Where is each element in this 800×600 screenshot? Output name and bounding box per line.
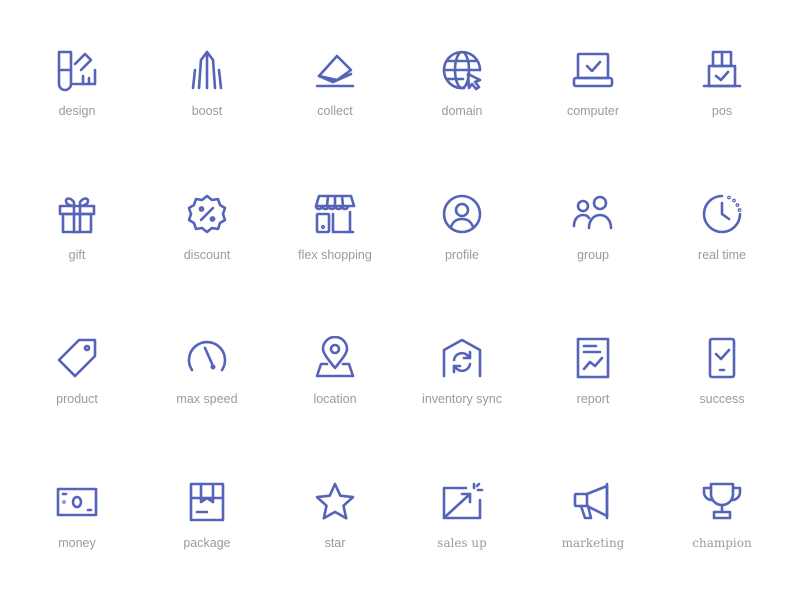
domain-icon (442, 50, 482, 91)
icon-tile-flex-shopping: flex shopping (270, 192, 400, 302)
flex-shopping-icon (314, 194, 356, 234)
icon-label: gift (68, 248, 86, 262)
icon-label: real time (698, 248, 746, 262)
icon-tile-report: report (528, 336, 658, 446)
success-icon (708, 337, 736, 379)
icon-label: marketing (561, 536, 625, 550)
icon-tile-real-time: real time (657, 192, 787, 302)
package-icon (189, 482, 225, 522)
marketing-icon (573, 482, 609, 520)
collect-icon (315, 54, 355, 88)
icon-label: collect (317, 104, 353, 118)
location-icon (315, 336, 355, 378)
icon-tile-design: design (12, 48, 142, 158)
icon-tile-inventory-sync: inventory sync (397, 336, 527, 446)
icon-label: money (58, 536, 96, 550)
icon-label: group (577, 248, 609, 262)
product-icon (57, 338, 97, 378)
icon-tile-group: group (528, 192, 658, 302)
icon-label: sales up (437, 536, 487, 550)
icon-tile-star: star (270, 480, 400, 590)
star-icon (315, 482, 355, 520)
money-icon (56, 487, 98, 517)
icon-label: champion (692, 536, 752, 550)
profile-icon (442, 194, 482, 234)
max-speed-icon (187, 340, 227, 372)
icon-tile-discount: discount (142, 192, 272, 302)
icon-label: star (324, 536, 346, 550)
icon-label: computer (566, 104, 620, 118)
icon-tile-boost: boost (142, 48, 272, 158)
icon-label: design (58, 104, 96, 118)
sales-up-icon (442, 482, 484, 520)
report-icon (576, 337, 610, 379)
icon-label: location (313, 392, 357, 406)
real-time-icon (702, 194, 742, 234)
icon-label: success (699, 392, 745, 406)
icon-label: flex shopping (298, 248, 372, 262)
icon-tile-location: location (270, 336, 400, 446)
discount-icon (187, 194, 227, 234)
icon-tile-money: money (12, 480, 142, 590)
champion-icon (702, 482, 742, 520)
icon-tile-collect: collect (270, 48, 400, 158)
icon-tile-computer: computer (528, 48, 658, 158)
computer-icon (572, 52, 614, 88)
icon-label: boost (191, 104, 223, 118)
icon-label: pos (711, 104, 733, 118)
icon-label: discount (183, 248, 231, 262)
icon-tile-marketing: marketing (528, 480, 658, 590)
design-icon (57, 50, 97, 92)
icon-label: report (576, 392, 610, 406)
icon-tile-champion: champion (657, 480, 787, 590)
icon-label: package (183, 536, 231, 550)
icon-tile-pos: pos (657, 48, 787, 158)
icon-label: max speed (176, 392, 238, 406)
icon-label: profile (444, 248, 480, 262)
icon-sheet: design boost collect domain computer pos… (0, 0, 800, 600)
icon-label: domain (441, 104, 483, 118)
pos-icon (702, 50, 742, 88)
icon-tile-gift: gift (12, 192, 142, 302)
icon-tile-profile: profile (397, 192, 527, 302)
icon-tile-product: product (12, 336, 142, 446)
icon-label: product (56, 392, 98, 406)
inventory-sync-icon (442, 338, 482, 378)
icon-tile-success: success (657, 336, 787, 446)
icon-label: inventory sync (422, 392, 502, 406)
group-icon (572, 195, 613, 230)
gift-icon (58, 197, 96, 234)
icon-tile-max-speed: max speed (142, 336, 272, 446)
icon-tile-domain: domain (397, 48, 527, 158)
icon-tile-sales-up: sales up (397, 480, 527, 590)
icon-tile-package: package (142, 480, 272, 590)
boost-icon (191, 50, 223, 90)
